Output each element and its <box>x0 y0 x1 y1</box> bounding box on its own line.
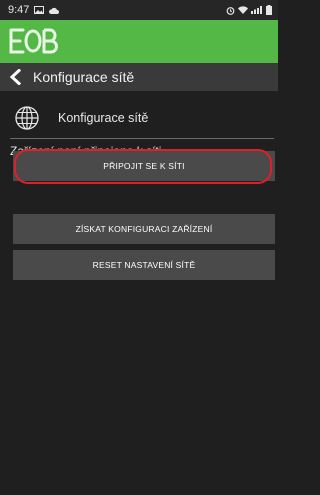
app-header <box>0 20 278 63</box>
gallery-icon <box>34 6 45 14</box>
status-right <box>226 5 272 15</box>
title-bar: Konfigurace sítě <box>0 63 278 91</box>
wifi-icon <box>238 6 248 14</box>
back-arrow-icon[interactable] <box>9 68 23 86</box>
status-left: 9:47 <box>8 4 60 16</box>
globe-icon <box>15 106 39 130</box>
connect-to-network-button[interactable]: PŘIPOJIT SE K SÍTI <box>13 151 275 181</box>
battery-icon <box>266 5 272 15</box>
signal-icon <box>251 6 262 14</box>
page-title: Konfigurace sítě <box>33 69 135 85</box>
eob-logo <box>9 28 58 54</box>
alarm-icon <box>226 6 235 15</box>
reset-network-settings-button[interactable]: RESET NASTAVENÍ SÍTĚ <box>13 250 275 280</box>
divider <box>10 138 274 139</box>
get-device-config-button[interactable]: ZÍSKAT KONFIGURACI ZAŘÍZENÍ <box>13 214 275 244</box>
cloud-icon <box>49 7 60 14</box>
section-label: Konfigurace sítě <box>58 111 149 125</box>
status-bar: 9:47 <box>0 0 278 20</box>
section-header: Konfigurace sítě <box>0 103 278 133</box>
status-time: 9:47 <box>8 4 30 16</box>
